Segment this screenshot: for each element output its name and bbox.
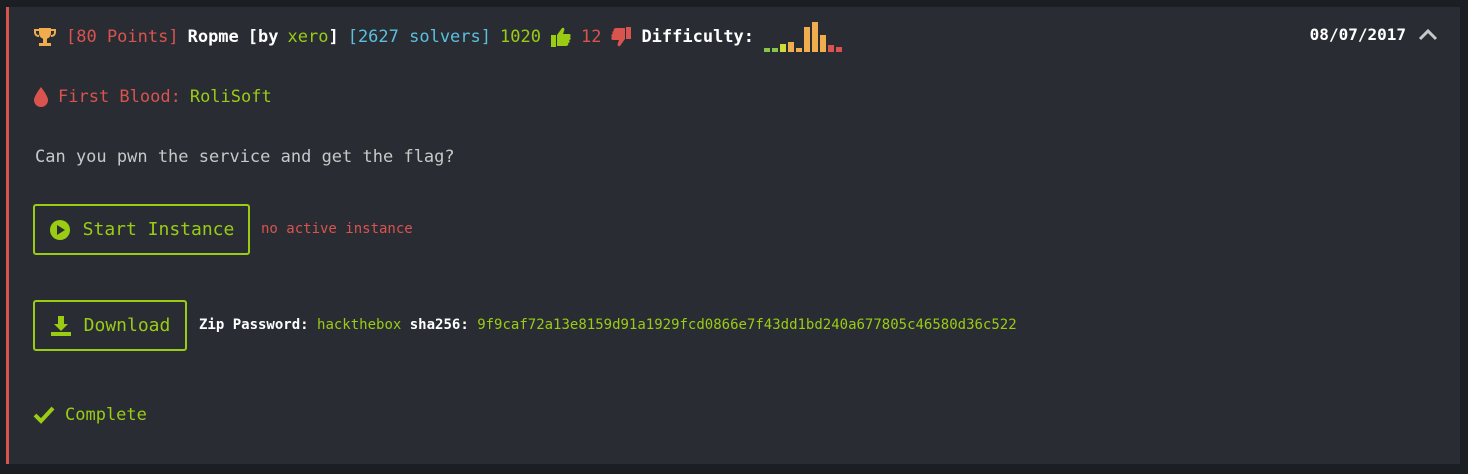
play-circle-icon: [49, 219, 70, 240]
trophy-icon: [34, 28, 56, 46]
instance-status: no active instance: [261, 221, 413, 237]
challenge-card: [80 Points] Ropme [by xero ] [2627 solve…: [6, 7, 1460, 464]
release-date: 08/07/2017: [1309, 25, 1406, 44]
download-label: Download: [83, 315, 171, 336]
first-blood-label: First Blood:: [58, 87, 181, 107]
challenge-header[interactable]: [80 Points] Ropme [by xero ] [2627 solve…: [9, 7, 1460, 67]
by-prefix: [by: [247, 27, 279, 47]
zip-password: hackthebox: [317, 317, 402, 333]
challenge-description: Can you pwn the service and get the flag…: [35, 147, 455, 167]
thumbs-up-icon[interactable]: [550, 26, 572, 48]
difficulty-bar: [812, 22, 819, 52]
points-label: [80 Points]: [66, 27, 179, 47]
likes-count: 1020: [500, 27, 541, 47]
dislikes-count: 12: [580, 27, 602, 47]
zip-password-label: Zip Password:: [199, 317, 309, 333]
chevron-up-icon[interactable]: [1418, 27, 1438, 41]
completion-status: Complete: [33, 405, 147, 425]
author-link[interactable]: xero: [288, 27, 329, 47]
by-suffix: ]: [328, 27, 339, 47]
difficulty-label: Difficulty:: [641, 27, 755, 47]
solvers-count: [2627 solvers]: [347, 27, 491, 47]
sha256-value: 9f9caf72a13e8159d91a1929fcd0866e7f43dd1b…: [477, 317, 1017, 333]
first-blood: First Blood: RoliSoft: [33, 86, 272, 108]
difficulty-chart: [764, 22, 843, 52]
difficulty-bar: [780, 44, 787, 52]
challenge-name: Ropme: [187, 27, 239, 47]
completion-label: Complete: [65, 405, 147, 425]
check-icon: [33, 406, 55, 424]
download-info: Zip Password: hackthebox sha256: 9f9caf7…: [199, 317, 1017, 333]
sha256-label: sha256:: [409, 317, 469, 333]
download-button[interactable]: Download: [33, 300, 187, 351]
difficulty-bar: [804, 27, 811, 52]
difficulty-bar: [828, 45, 835, 52]
difficulty-bar: [820, 35, 827, 52]
difficulty-bar: [764, 48, 771, 52]
difficulty-bar: [796, 48, 803, 52]
first-blood-user[interactable]: RoliSoft: [190, 87, 272, 107]
start-instance-button[interactable]: Start Instance: [33, 204, 250, 255]
challenge-title-row: [80 Points] Ropme [by xero ] [2627 solve…: [33, 21, 843, 53]
start-instance-label: Start Instance: [82, 219, 235, 240]
difficulty-bar: [788, 42, 795, 52]
difficulty-bar: [836, 47, 843, 52]
download-icon: [50, 315, 71, 336]
blood-drop-icon: [34, 87, 48, 107]
thumbs-down-icon[interactable]: [610, 26, 632, 48]
difficulty-bar: [772, 48, 779, 52]
